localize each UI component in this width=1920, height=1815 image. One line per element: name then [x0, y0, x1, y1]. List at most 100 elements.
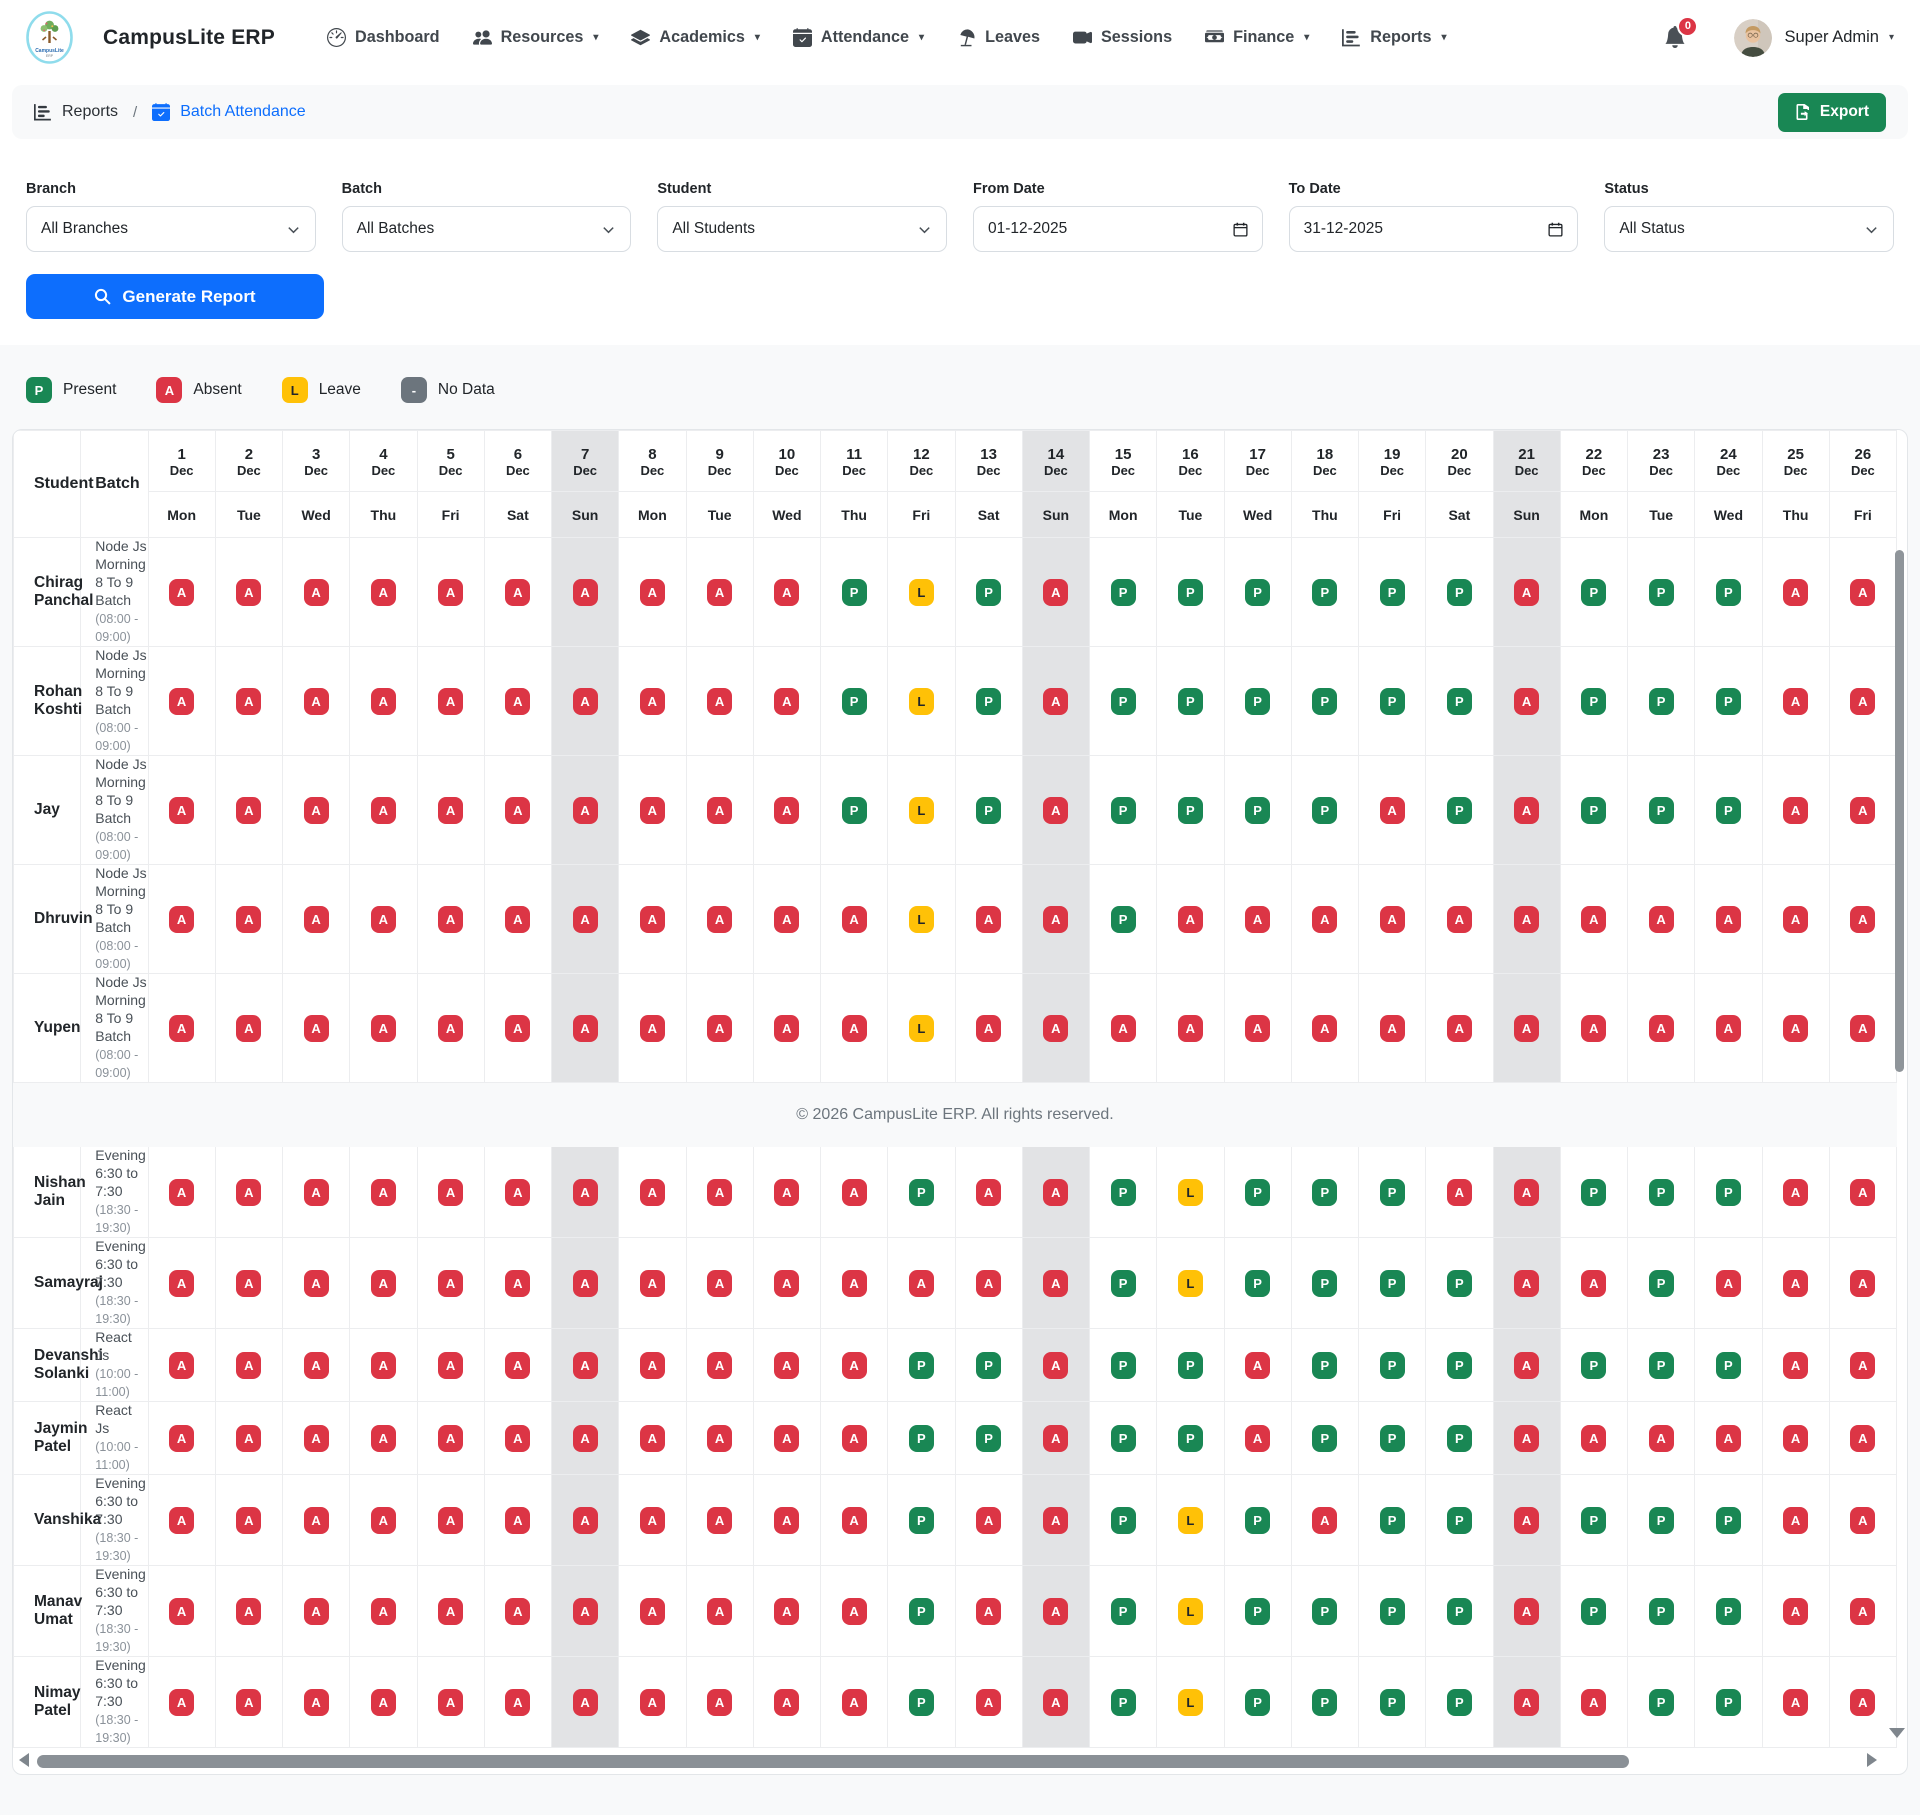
day-of-week-header: Tue [215, 492, 282, 538]
attendance-badge: A [707, 1689, 732, 1716]
branch-select[interactable]: All Branches [26, 206, 316, 252]
legend-badge: L [282, 377, 308, 403]
attendance-badge: A [707, 906, 732, 933]
batch-name: Evening 6:30 to 7:30 [95, 1566, 146, 1618]
from-date-input[interactable]: 01-12-2025 [973, 206, 1263, 252]
to-date-input[interactable]: 31-12-2025 [1289, 206, 1579, 252]
student-name-cell: Dhruvin [14, 865, 81, 974]
attendance-badge: P [1312, 1179, 1337, 1206]
attendance-badge: A [304, 1598, 329, 1625]
attendance-cell: A [1291, 865, 1358, 974]
attendance-cell: A [417, 974, 484, 1083]
user-avatar[interactable] [1734, 19, 1772, 57]
attendance-cell: A [552, 1402, 619, 1475]
nav-item-academics[interactable]: Academics ▾ [631, 28, 760, 47]
attendance-cell: A [552, 1566, 619, 1657]
days-header-row: MonTueWedThuFriSatSunMonTueWedThuFriSatS… [14, 492, 1897, 538]
batch-name: Evening 6:30 to 7:30 [95, 1238, 146, 1290]
student-select[interactable]: All Students [657, 206, 947, 252]
bar-chart-icon [1342, 28, 1361, 47]
attendance-cell: A [955, 1475, 1022, 1566]
batch-name: Evening 6:30 to 7:30 [95, 1147, 146, 1199]
attendance-cell: A [1762, 756, 1829, 865]
scroll-down-arrow[interactable] [1889, 1728, 1905, 1738]
attendance-cell: P [1224, 1238, 1291, 1329]
attendance-badge: P [1716, 1689, 1741, 1716]
batch-name: Node Js Morning 8 To 9 Batch [95, 756, 146, 826]
attendance-badge: A [1581, 1689, 1606, 1716]
day-of-week-header: Wed [283, 492, 350, 538]
attendance-badge: P [1245, 688, 1270, 715]
nav-item-leaves[interactable]: Leaves [957, 28, 1040, 47]
vertical-scrollbar-thumb[interactable] [1895, 550, 1904, 1072]
attendance-badge: A [371, 579, 396, 606]
attendance-badge: P [1581, 579, 1606, 606]
attendance-cell: P [1359, 1657, 1426, 1748]
attendance-cell: P [1695, 1657, 1762, 1748]
nav-item-reports[interactable]: Reports ▾ [1342, 28, 1446, 47]
attendance-badge: P [1380, 1507, 1405, 1534]
brand[interactable]: CampusLite ERP CampusLite ERP [26, 11, 275, 64]
attendance-cell: P [1291, 1402, 1358, 1475]
nav-item-finance[interactable]: Finance ▾ [1205, 28, 1309, 47]
batch-select[interactable]: All Batches [342, 206, 632, 252]
attendance-cell: A [215, 974, 282, 1083]
export-button[interactable]: Export [1778, 93, 1886, 132]
breadcrumb-reports-link[interactable]: Reports [34, 103, 118, 121]
chevron-down-icon: ▾ [1441, 32, 1446, 43]
attendance-badge: P [1245, 1598, 1270, 1625]
attendance-badge: P [1312, 1425, 1337, 1452]
batch-cell: Evening 6:30 to 7:30 (18:30 - 19:30) [81, 1566, 148, 1657]
horizontal-scrollbar-thumb[interactable] [37, 1755, 1629, 1768]
attendance-cell: A [148, 1657, 215, 1748]
attendance-badge: A [304, 688, 329, 715]
day-of-week-header: Wed [1695, 492, 1762, 538]
attendance-badge: P [1380, 579, 1405, 606]
user-menu[interactable]: Super Admin ▾ [1784, 28, 1894, 47]
date-column-header: 12Dec [888, 431, 955, 492]
attendance-badge: A [1850, 797, 1875, 824]
attendance-cell: A [955, 865, 1022, 974]
attendance-badge: P [1380, 1689, 1405, 1716]
notifications-button[interactable]: 0 [1664, 25, 1688, 51]
attendance-badge: P [1716, 1598, 1741, 1625]
attendance-cell: A [350, 974, 417, 1083]
attendance-cell: A [619, 756, 686, 865]
status-select[interactable]: All Status [1604, 206, 1894, 252]
attendance-badge: A [1514, 1507, 1539, 1534]
day-of-week-header: Sun [1493, 492, 1560, 538]
attendance-cell: A [1762, 538, 1829, 647]
date-column-header: 19Dec [1359, 431, 1426, 492]
attendance-badge: A [1312, 906, 1337, 933]
attendance-cell: A [1022, 974, 1089, 1083]
scroll-left-arrow[interactable] [19, 1753, 29, 1767]
generate-report-button[interactable]: Generate Report [26, 274, 324, 319]
attendance-cell: A [350, 647, 417, 756]
attendance-cell: A [215, 1402, 282, 1475]
attendance-badge: P [1111, 1179, 1136, 1206]
nav-item-dashboard[interactable]: Dashboard [327, 28, 440, 47]
attendance-cell: P [1359, 1402, 1426, 1475]
bar-chart-icon [34, 103, 52, 121]
attendance-badge: A [1850, 1689, 1875, 1716]
attendance-badge: A [505, 1507, 530, 1534]
attendance-cell: A [484, 1475, 551, 1566]
attendance-badge: P [1380, 1270, 1405, 1297]
attendance-cell: A [753, 1657, 820, 1748]
attendance-cell: A [1829, 865, 1896, 974]
nav-item-attendance[interactable]: Attendance ▾ [793, 28, 924, 47]
attendance-badge: A [573, 1507, 598, 1534]
attendance-badge: P [1380, 1598, 1405, 1625]
svg-text:ERP: ERP [46, 54, 54, 58]
attendance-badge: P [1447, 579, 1472, 606]
breadcrumb-parent-label: Reports [62, 103, 118, 121]
attendance-badge: A [438, 1352, 463, 1379]
scroll-right-arrow[interactable] [1867, 1753, 1877, 1767]
attendance-badge: A [1783, 1179, 1808, 1206]
nav-item-sessions[interactable]: Sessions [1073, 28, 1172, 47]
attendance-cell: A [1762, 1657, 1829, 1748]
nav-item-resources[interactable]: Resources ▾ [473, 28, 599, 47]
attendance-badge: P [1447, 1352, 1472, 1379]
attendance-badge: A [1514, 1598, 1539, 1625]
attendance-cell: A [619, 1657, 686, 1748]
